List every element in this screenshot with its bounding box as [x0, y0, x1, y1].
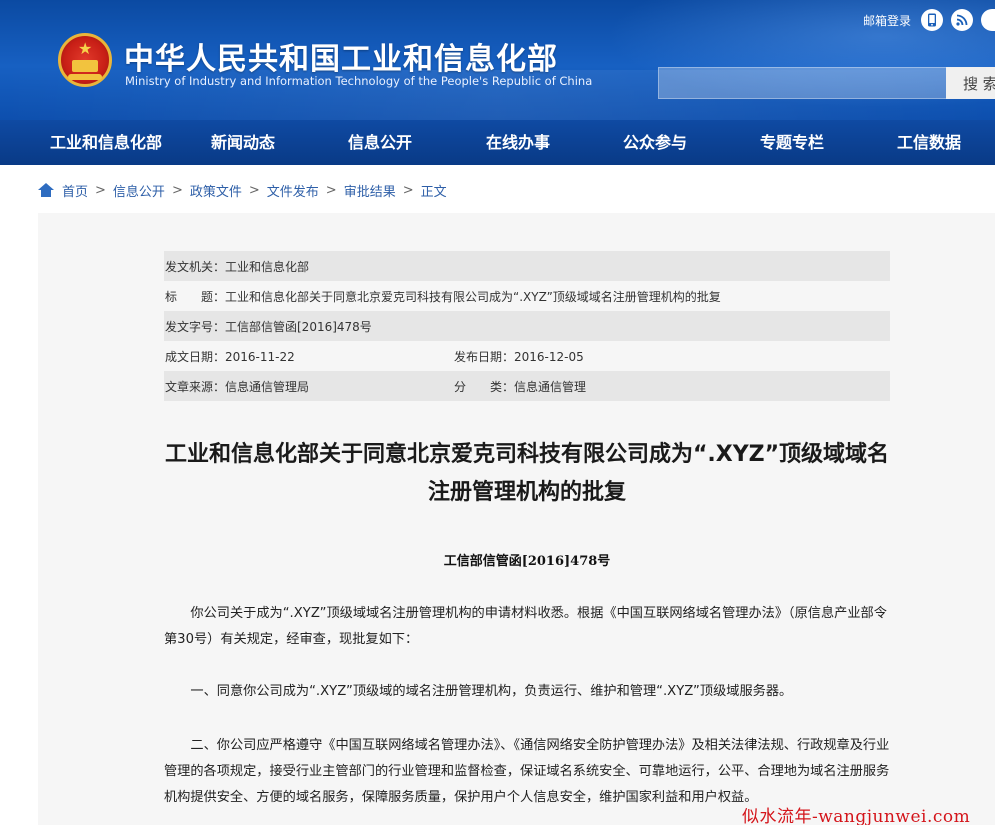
nav-item-online-services[interactable]: 在线办事	[486, 120, 550, 165]
doc-title: 工业和信息化部关于同意北京爱克司科技有限公司成为“.XYZ”顶级域域名注册管理机…	[164, 442, 890, 505]
nav-item-data[interactable]: 工信数据	[897, 120, 961, 165]
nav-item-news[interactable]: 新闻动态	[211, 120, 275, 165]
emblem-star-icon: ★	[78, 39, 93, 58]
search-input[interactable]	[658, 67, 948, 99]
doc-paragraph: 二、你公司应严格遵守《中国互联网络域名管理办法》、《通信网络安全防护管理办法》及…	[164, 738, 890, 805]
breadcrumb-policy-docs[interactable]: 政策文件	[190, 181, 242, 200]
doc-paragraph: 你公司关于成为“.XYZ”顶级域域名注册管理机构的申请材料收悉。根据《中国互联网…	[164, 606, 887, 647]
main-nav: 工业和信息化部 新闻动态 信息公开 在线办事 公众参与 专题专栏 工信数据	[0, 120, 995, 165]
meta-doc-no: 发文字号：工信部信管函[2016]478号	[165, 319, 372, 334]
breadcrumb-separator: >	[248, 182, 260, 198]
national-emblem-icon[interactable]: ★	[58, 33, 112, 87]
meta-row-issuer: 发文机关：工业和信息化部	[164, 251, 890, 281]
meta-category: 分 类：信息通信管理	[454, 379, 587, 394]
rss-icon[interactable]	[951, 9, 973, 31]
phone-icon[interactable]	[921, 9, 943, 31]
nav-item-public-participation[interactable]: 公众参与	[623, 120, 687, 165]
doc-paragraph: 一、同意你公司成为“.XYZ”顶级域的域名注册管理机构，负责运行、维护和管理“.…	[190, 684, 793, 699]
site-title[interactable]: 中华人民共和国工业和信息化部	[124, 34, 558, 78]
meta-row-source: 文章来源：信息通信管理局 分 类：信息通信管理	[164, 371, 890, 401]
meta-row-doc-no: 发文字号：工信部信管函[2016]478号	[164, 311, 890, 341]
doc-number: 工信部信管函[2016]478号	[443, 554, 611, 569]
meta-row-dates: 成文日期：2016-11-22 发布日期：2016-12-05	[164, 341, 890, 371]
meta-row-subject: 标 题：工业和信息化部关于同意北京爱克司科技有限公司成为“.XYZ”顶级域域名注…	[164, 281, 890, 311]
nav-item-info-disclosure[interactable]: 信息公开	[348, 120, 412, 165]
breadcrumb-separator: >	[95, 182, 106, 198]
emblem-gate	[72, 60, 98, 72]
breadcrumb-info-disclosure[interactable]: 信息公开	[113, 181, 165, 200]
breadcrumb: 首页 > 信息公开 > 政策文件 > 文件发布 > 审批结果 > 正文	[38, 180, 447, 200]
watermark: 似水流年-wangjunwei.com	[742, 807, 971, 825]
breadcrumb-separator: >	[325, 182, 337, 198]
search-button[interactable]: 搜 索	[946, 67, 995, 99]
meta-issuer: 发文机关：工业和信息化部	[165, 259, 310, 274]
breadcrumb-approval-results[interactable]: 审批结果	[344, 181, 396, 200]
breadcrumb-doc-release[interactable]: 文件发布	[267, 181, 319, 200]
breadcrumb-separator: >	[402, 182, 414, 198]
site-header: ★ 中华人民共和国工业和信息化部 Ministry of Industry an…	[0, 0, 995, 120]
meta-created: 成文日期：2016-11-22	[165, 349, 295, 364]
meta-published: 发布日期：2016-12-05	[454, 349, 584, 364]
meta-subject: 标 题：工业和信息化部关于同意北京爱克司科技有限公司成为“.XYZ”顶级域域名注…	[165, 289, 721, 304]
nav-item-special-topics[interactable]: 专题专栏	[760, 120, 824, 165]
more-icon[interactable]	[981, 9, 995, 31]
breadcrumb-separator: >	[171, 182, 183, 198]
meta-source: 文章来源：信息通信管理局	[165, 379, 310, 394]
site-subtitle: Ministry of Industry and Information Tec…	[125, 74, 593, 88]
mail-login-link[interactable]: 邮箱登录	[863, 12, 911, 29]
nav-item-ministry[interactable]: 工业和信息化部	[50, 120, 162, 165]
breadcrumb-home[interactable]: 首页	[62, 181, 88, 200]
breadcrumb-current: 正文	[420, 184, 447, 200]
doc-meta-table: 发文机关：工业和信息化部 标 题：工业和信息化部关于同意北京爱克司科技有限公司成…	[164, 251, 890, 401]
emblem-base	[68, 74, 102, 80]
top-links: 邮箱登录	[863, 8, 995, 32]
home-icon[interactable]	[38, 183, 54, 197]
